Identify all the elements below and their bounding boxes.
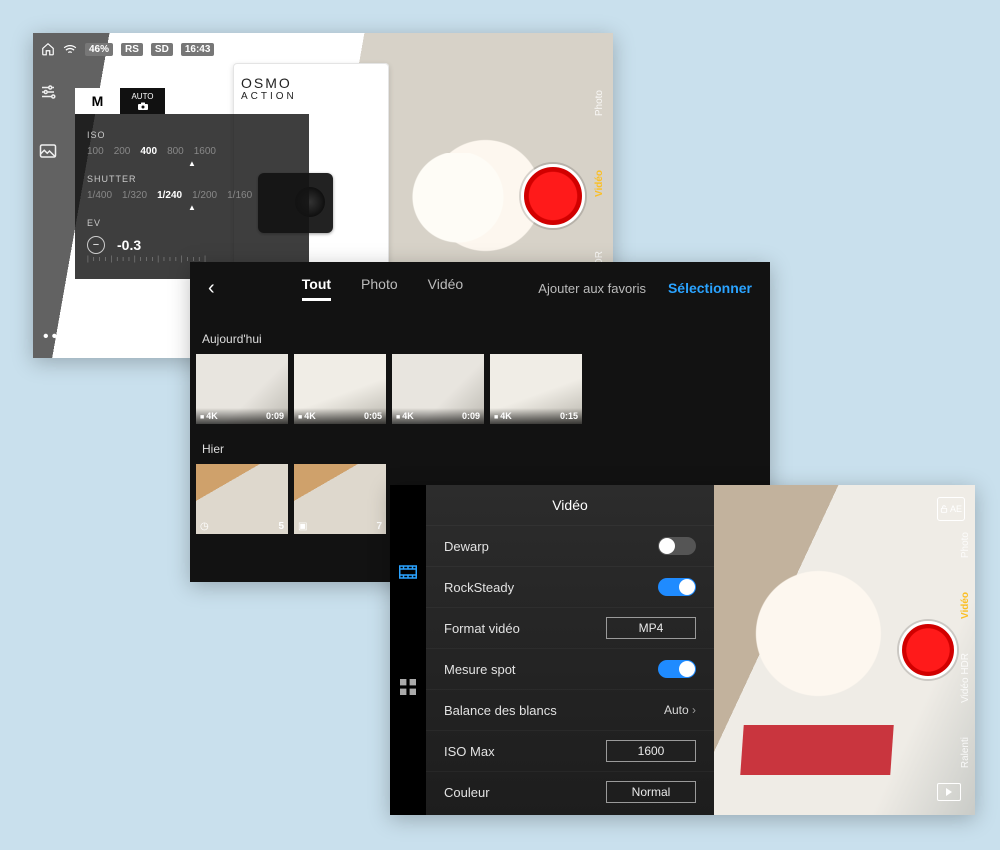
video-tab-icon[interactable]: [399, 565, 417, 579]
left-tool-rail: [39, 83, 67, 159]
iso-caret-icon: ▲: [87, 159, 297, 168]
setting-row-rocksteady: RockSteady: [426, 566, 714, 607]
product-subname: ACTION: [241, 91, 381, 102]
stack-count: 5: [278, 521, 284, 532]
subject-base-graphic: [740, 725, 893, 775]
setting-row-iso-max: ISO Max 1600: [426, 730, 714, 771]
settings-title: Vidéo: [426, 485, 714, 525]
media-thumbnail[interactable]: 4K0:09: [196, 354, 288, 424]
battery-percent: 46%: [85, 43, 113, 56]
back-icon[interactable]: ‹: [208, 277, 215, 300]
shutter-label: SHUTTER: [87, 174, 297, 184]
lucky-cat-graphic: [408, 153, 508, 263]
spot-meter-toggle[interactable]: [658, 660, 696, 678]
media-stack-thumbnail[interactable]: ◷ 5: [196, 464, 288, 534]
exposure-mode-toggle[interactable]: M AUTO: [75, 88, 165, 114]
shutter-scale[interactable]: 1/400 1/320 1/240 1/200 1/160: [87, 190, 297, 201]
video-format-value[interactable]: MP4: [606, 617, 696, 639]
more-menu-icon[interactable]: •••: [43, 328, 69, 346]
mode-auto[interactable]: AUTO: [120, 92, 165, 111]
thumbnail-row-today: 4K0:09 4K0:05 4K0:09 4K0:15: [190, 354, 770, 424]
product-name: OSMO: [241, 75, 381, 91]
stack-count: 7: [376, 521, 382, 532]
timelapse-icon: ◷: [200, 521, 209, 532]
group-label-yesterday: Hier: [202, 442, 770, 456]
media-thumbnail[interactable]: 4K0:15: [490, 354, 582, 424]
camera-live-preview: AE Photo Vidéo Vidéo HDR Ralenti: [714, 485, 975, 815]
mode-photo[interactable]: Photo: [594, 90, 605, 116]
tab-photo[interactable]: Photo: [361, 276, 398, 301]
shutter-caret-icon: ▲: [87, 203, 297, 212]
mode-manual[interactable]: M: [75, 88, 120, 114]
gallery-icon[interactable]: [39, 143, 67, 159]
grid-tab-icon[interactable]: [400, 679, 416, 695]
color-profile-value[interactable]: Normal: [606, 781, 696, 803]
rocksteady-toggle[interactable]: [658, 578, 696, 596]
setting-row-color: Couleur Normal: [426, 771, 714, 812]
iso-value-active[interactable]: 400: [140, 146, 157, 157]
home-icon[interactable]: [41, 42, 55, 56]
video-settings-list: Vidéo Dewarp RockSteady Format vidéo MP4…: [426, 485, 714, 815]
media-thumbnail[interactable]: 4K0:05: [294, 354, 386, 424]
setting-row-spot-meter: Mesure spot: [426, 648, 714, 689]
mode-photo[interactable]: Photo: [960, 532, 971, 558]
exposure-settings-panel: ISO 100 200 400 800 1600 ▲ SHUTTER 1/400…: [75, 114, 309, 279]
playback-icon[interactable]: [937, 783, 961, 801]
record-button[interactable]: [899, 621, 957, 679]
gallery-filter-tabs: Tout Photo Vidéo: [231, 276, 535, 301]
adjust-icon[interactable]: [39, 83, 67, 101]
mode-slowmo[interactable]: Ralenti: [960, 737, 971, 768]
mode-video[interactable]: Vidéo: [960, 592, 971, 619]
burst-icon: ▣: [298, 521, 307, 532]
gallery-header: ‹ Tout Photo Vidéo Ajouter aux favoris S…: [190, 262, 770, 314]
record-button[interactable]: [521, 164, 585, 228]
capture-mode-column[interactable]: Photo Vidéo Vidéo HDR Ralenti: [957, 515, 973, 785]
ev-value: -0.3: [117, 237, 141, 253]
mode-hdr-video[interactable]: Vidéo HDR: [960, 653, 971, 703]
setting-row-white-balance[interactable]: Balance des blancs Auto: [426, 689, 714, 730]
status-time: 16:43: [181, 43, 215, 56]
video-settings-screen: Vidéo Dewarp RockSteady Format vidéo MP4…: [390, 485, 975, 815]
select-button[interactable]: Sélectionner: [668, 280, 752, 296]
ev-decrease-icon[interactable]: −: [87, 236, 105, 254]
group-label-today: Aujourd'hui: [202, 332, 770, 346]
status-bar: 46% RS SD 16:43: [41, 39, 605, 59]
add-favorites-label[interactable]: Ajouter aux favoris: [538, 281, 646, 296]
status-badge-sd: SD: [151, 43, 173, 56]
tab-video[interactable]: Vidéo: [428, 276, 464, 301]
settings-category-rail: [390, 485, 426, 815]
iso-max-value[interactable]: 1600: [606, 740, 696, 762]
wifi-icon: [63, 43, 77, 55]
white-balance-value: Auto: [664, 703, 696, 717]
shutter-value-active[interactable]: 1/240: [157, 190, 182, 201]
dewarp-toggle[interactable]: [658, 537, 696, 555]
setting-row-format: Format vidéo MP4: [426, 607, 714, 648]
media-stack-thumbnail[interactable]: ▣ 7: [294, 464, 386, 534]
ev-label: EV: [87, 218, 297, 228]
iso-scale[interactable]: 100 200 400 800 1600: [87, 146, 297, 157]
setting-row-dewarp: Dewarp: [426, 525, 714, 566]
mode-video[interactable]: Vidéo: [594, 170, 605, 197]
media-thumbnail[interactable]: 4K0:09: [392, 354, 484, 424]
status-badge-rs: RS: [121, 43, 143, 56]
iso-label: ISO: [87, 130, 297, 140]
tab-all[interactable]: Tout: [302, 276, 331, 301]
